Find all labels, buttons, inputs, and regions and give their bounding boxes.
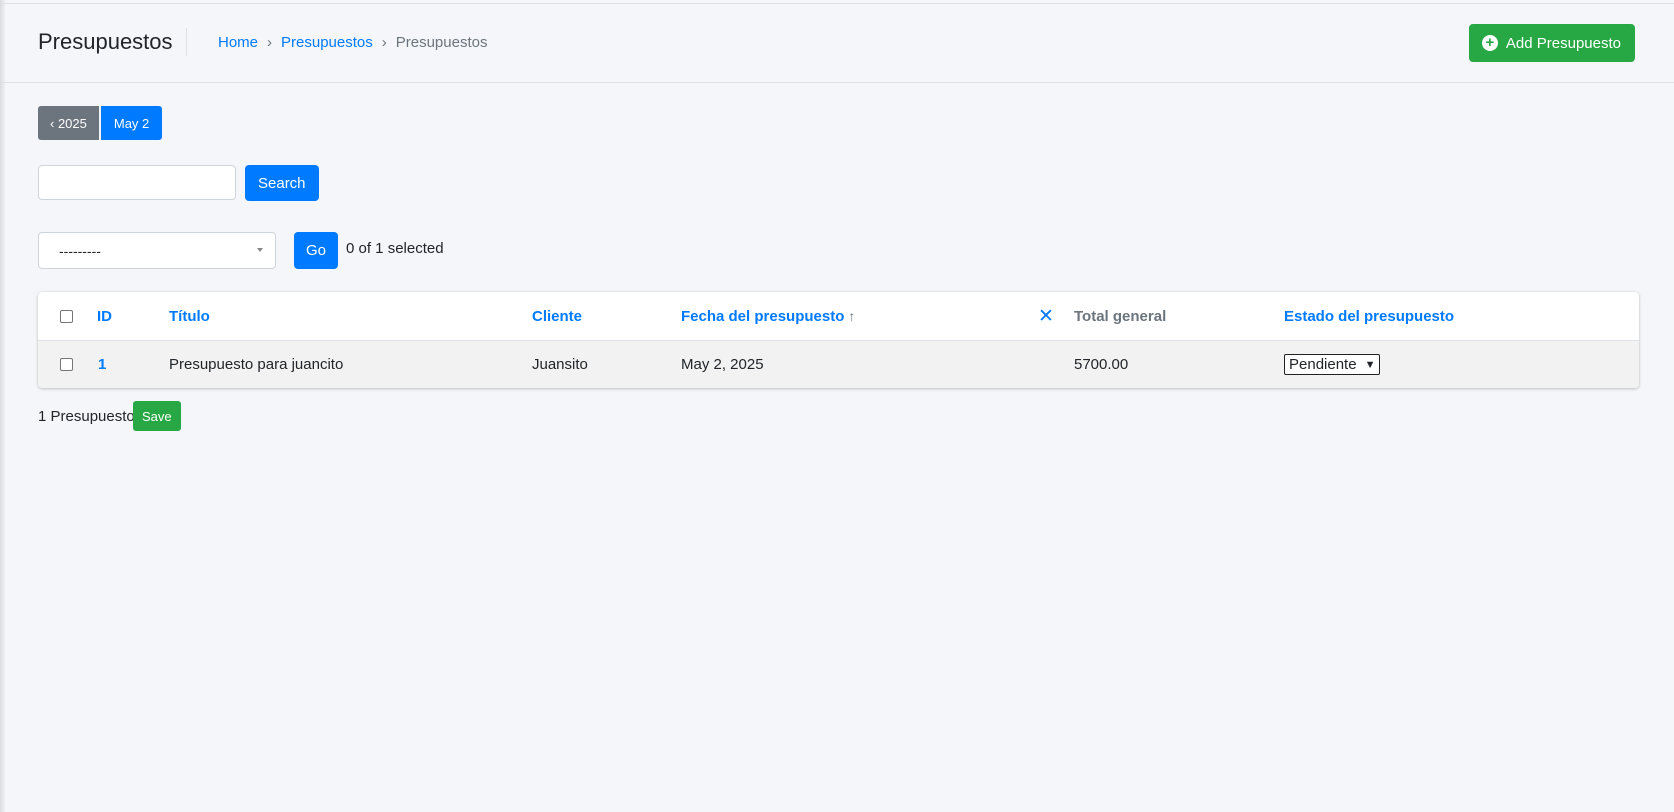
row-titulo: Presupuesto para juancito — [169, 356, 344, 373]
breadcrumb-app-link[interactable]: Presupuestos — [281, 34, 373, 51]
row-checkbox[interactable] — [60, 358, 73, 371]
row-estado-cell: Pendiente ▼ — [1284, 341, 1381, 388]
select-all-checkbox-cell — [60, 292, 73, 340]
results-table: ID Título Cliente Fecha del presupuesto … — [38, 292, 1639, 388]
row-total: 5700.00 — [1074, 356, 1129, 373]
table-row: 1 Presupuesto para juancito Juansito May… — [38, 341, 1639, 388]
status-select[interactable]: Pendiente ▼ — [1284, 354, 1381, 375]
save-button[interactable]: Save — [133, 401, 181, 431]
add-presupuesto-label: Add Presupuesto — [1505, 34, 1621, 52]
breadcrumb-separator: › — [381, 34, 387, 51]
table-header: ID Título Cliente Fecha del presupuesto … — [38, 292, 1639, 341]
title-divider — [186, 28, 187, 56]
result-count: 1 Presupuesto — [38, 408, 135, 425]
page-title: Presupuestos — [38, 29, 173, 54]
selection-counter: 0 of 1 selected — [346, 240, 444, 257]
chevron-down-icon: ▼ — [1364, 358, 1376, 371]
search-button[interactable]: Search — [245, 165, 319, 201]
column-header-titulo[interactable]: Título — [169, 292, 210, 340]
search-input[interactable] — [38, 165, 236, 200]
content-header: Presupuestos Home › Presupuestos › Presu… — [0, 4, 1674, 83]
date-year-button[interactable]: ‹ 2025 — [38, 106, 99, 140]
action-select[interactable]: --------- — [38, 232, 276, 269]
select-all-checkbox[interactable] — [60, 309, 73, 323]
column-header-fecha[interactable]: Fecha del presupuesto — [681, 308, 844, 325]
row-cliente: Juansito — [532, 356, 588, 373]
column-header-fecha-cell: Fecha del presupuesto ↑ — [681, 292, 855, 340]
row-checkbox-cell — [60, 341, 73, 388]
sort-ascending-icon[interactable]: ↑ — [848, 308, 855, 324]
go-button[interactable]: Go — [294, 232, 338, 269]
date-day-button[interactable]: May 2 — [100, 106, 163, 140]
breadcrumb: Home › Presupuestos › Presupuestos — [218, 34, 487, 51]
sidebar-edge — [0, 0, 6, 812]
plus-circle-icon: + — [1481, 35, 1498, 51]
status-select-value: Pendiente — [1289, 356, 1357, 373]
add-presupuesto-button[interactable]: + Add Presupuesto — [1468, 24, 1635, 62]
chevron-down-icon — [257, 248, 263, 252]
breadcrumb-home-link[interactable]: Home — [218, 34, 258, 51]
row-fecha: May 2, 2025 — [681, 356, 764, 373]
column-header-cliente[interactable]: Cliente — [532, 292, 582, 340]
action-select-value: --------- — [59, 242, 101, 259]
breadcrumb-separator: › — [267, 34, 273, 51]
row-id-link[interactable]: 1 — [98, 341, 106, 388]
admin-page: Presupuestos Home › Presupuestos › Presu… — [0, 0, 1674, 812]
clear-sort-icon[interactable]: ✕ — [1038, 292, 1054, 340]
column-header-total: Total general — [1074, 307, 1167, 325]
column-header-estado[interactable]: Estado del presupuesto — [1284, 292, 1454, 340]
breadcrumb-current: Presupuestos — [395, 34, 488, 51]
date-hierarchy: ‹ 2025 May 2 — [38, 106, 163, 140]
column-header-id[interactable]: ID — [97, 292, 112, 340]
